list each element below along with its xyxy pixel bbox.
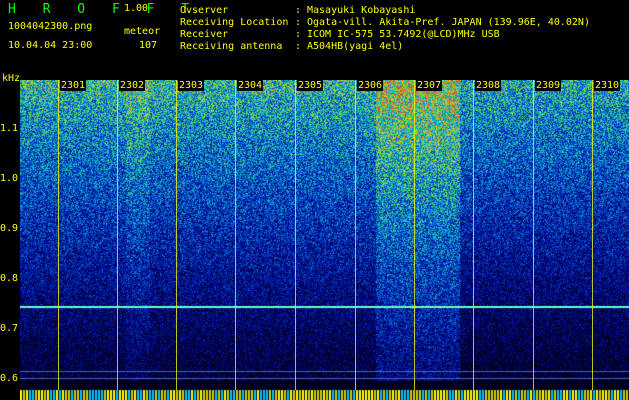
y-tick-label: 0.8	[0, 273, 19, 284]
time-marker-line	[176, 80, 177, 390]
time-marker-label: 2308	[475, 80, 502, 91]
app-title: H R O F F T	[8, 2, 199, 17]
spectrogram-canvas	[20, 80, 629, 400]
time-marker-line	[592, 80, 593, 390]
colon: :	[295, 41, 302, 52]
y-tick-label: 0.6	[0, 373, 19, 384]
receiver-value: ICOM IC-575 53.7492(@LCD)MHz USB	[307, 29, 500, 40]
time-marker-line	[117, 80, 118, 390]
date-time: 10.04.04 23:00	[8, 40, 93, 51]
y-tick-label: 0.7	[0, 323, 19, 334]
time-marker-label: 2303	[178, 80, 205, 91]
time-marker-label: 2307	[416, 80, 443, 91]
file-name: 1004042300.png	[8, 21, 93, 32]
location-label: Receiving Location	[180, 17, 289, 28]
time-marker-label: 2302	[119, 80, 146, 91]
observer-value: Masayuki Kobayashi	[307, 5, 416, 16]
time-marker-line	[295, 80, 296, 390]
antenna-value: A504HB(yagi 4el)	[307, 41, 404, 52]
time-marker-line	[235, 80, 236, 390]
header-panel: H R O F F T 1.00 1004042300.png 10.04.04…	[0, 0, 629, 78]
colon: :	[295, 5, 302, 16]
meteor-count: 107	[139, 40, 158, 51]
time-marker-line	[58, 80, 59, 390]
y-tick-label: 1.0	[0, 173, 19, 184]
time-marker-line	[533, 80, 534, 390]
y-tick-label: 1.1	[0, 123, 19, 134]
time-marker-label: 2310	[594, 80, 621, 91]
colon: :	[295, 17, 302, 28]
antenna-label: Receiving antenna	[180, 41, 283, 52]
time-marker-label: 2305	[297, 80, 324, 91]
time-marker-label: 2306	[357, 80, 384, 91]
time-marker-label: 2309	[535, 80, 562, 91]
time-marker-line	[414, 80, 415, 390]
khz-unit-label: kHz	[2, 73, 21, 84]
observer-label: Ovserver	[180, 5, 229, 16]
time-marker-line	[473, 80, 474, 390]
time-marker-label: 2304	[237, 80, 264, 91]
meteor-label: meteor	[124, 26, 161, 37]
spectrogram: 2301 2302 2303 2304 2305 2306 2307 2308 2309 2310	[20, 80, 629, 400]
time-marker-label: 2301	[60, 80, 87, 91]
time-marker-line	[355, 80, 356, 390]
colon: :	[295, 29, 302, 40]
location-value: Ogata-vill. Akita-Pref. JAPAN (139.96E, …	[307, 17, 590, 28]
app-version: 1.00	[124, 3, 149, 14]
receiver-label: Receiver	[180, 29, 229, 40]
y-tick-label: 0.9	[0, 223, 19, 234]
